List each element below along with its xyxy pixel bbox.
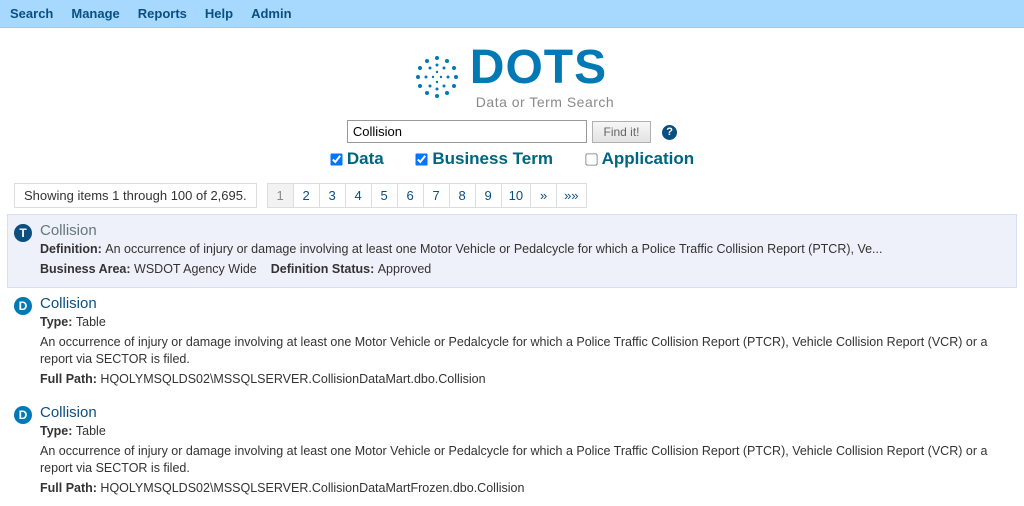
result-body: Collision Type: Table An occurrence of inj…: [40, 295, 1010, 388]
help-icon[interactable]: ?: [662, 125, 677, 140]
filter-row: Data Business Term Application: [0, 149, 1024, 169]
pager-page[interactable]: 7: [424, 184, 450, 207]
result-item[interactable]: D Collision Type: Table An occurrence of in…: [14, 397, 1010, 506]
result-item[interactable]: D Collision Type: Table An occurrence of in…: [14, 288, 1010, 397]
nav-manage[interactable]: Manage: [71, 6, 119, 21]
pager-page[interactable]: 8: [450, 184, 476, 207]
result-field-label: Full Path:: [40, 481, 100, 495]
logo-title: DOTS: [470, 44, 614, 92]
pager-row: Showing items 1 through 100 of 2,695. 12…: [0, 183, 1024, 214]
filter-data-label: Data: [347, 149, 384, 168]
result-field-value: HQOLYMSQLDS02\MSSQLSERVER.CollisionDataM…: [100, 372, 485, 386]
result-field-value: Approved: [378, 262, 432, 276]
top-nav: Search Manage Reports Help Admin: [0, 0, 1024, 28]
pager-page[interactable]: »»: [557, 184, 585, 207]
search-row: Find it! ?: [0, 120, 1024, 143]
filter-app-label: Application: [602, 149, 695, 168]
filter-app-checkbox[interactable]: [585, 153, 597, 165]
logo: DOTS Data or Term Search: [410, 44, 614, 110]
result-line: Type: Table: [40, 314, 1010, 332]
pager: 12345678910»»»: [267, 183, 587, 208]
result-line: An occurrence of injury or damage involv…: [40, 443, 1010, 478]
result-field-value: An occurrence of injury or damage involv…: [105, 242, 882, 256]
filter-term-label: Business Term: [432, 149, 553, 168]
result-title[interactable]: Collision: [40, 295, 1010, 312]
filter-term-checkbox[interactable]: [416, 153, 428, 165]
term-badge-icon: T: [14, 224, 32, 242]
pager-page[interactable]: 6: [398, 184, 424, 207]
pager-page[interactable]: 9: [476, 184, 502, 207]
nav-admin[interactable]: Admin: [251, 6, 291, 21]
logo-area: DOTS Data or Term Search: [0, 44, 1024, 110]
logo-subtitle: Data or Term Search: [476, 94, 614, 110]
result-item[interactable]: T Collision Definition: An occurrence of i…: [7, 214, 1017, 288]
result-line: An occurrence of injury or damage involv…: [40, 334, 1010, 369]
result-field-label: Type:: [40, 424, 76, 438]
result-field-value: An occurrence of injury or damage involv…: [40, 444, 987, 476]
result-field-value: Table: [76, 315, 106, 329]
filter-data[interactable]: Data: [330, 149, 384, 168]
pager-page[interactable]: 1: [268, 184, 294, 207]
result-title[interactable]: Collision: [40, 404, 1010, 421]
nav-reports[interactable]: Reports: [138, 6, 187, 21]
result-body: Collision Definition: An occurrence of in…: [40, 222, 1010, 278]
result-field-label: Type:: [40, 315, 76, 329]
result-line: Business Area: WSDOT Agency Wide Definiti…: [40, 261, 1010, 279]
find-button[interactable]: Find it!: [592, 121, 650, 143]
pager-page[interactable]: 5: [372, 184, 398, 207]
data-badge-icon: D: [14, 406, 32, 424]
pager-page[interactable]: 2: [294, 184, 320, 207]
results-list: T Collision Definition: An occurrence of i…: [0, 214, 1024, 506]
pager-status: Showing items 1 through 100 of 2,695.: [14, 183, 257, 208]
search-input[interactable]: [347, 120, 587, 143]
result-line: Full Path: HQOLYMSQLDS02\MSSQLSERVER.Col…: [40, 480, 1010, 498]
result-line: Full Path: HQOLYMSQLDS02\MSSQLSERVER.Col…: [40, 371, 1010, 389]
result-line: Definition: An occurrence of injury or d…: [40, 241, 1010, 259]
pager-page[interactable]: 3: [320, 184, 346, 207]
result-field-value: HQOLYMSQLDS02\MSSQLSERVER.CollisionDataM…: [100, 481, 524, 495]
logo-icon: [410, 50, 464, 104]
result-field-label: Definition:: [40, 242, 105, 256]
result-field-label: Definition Status:: [271, 262, 378, 276]
result-title[interactable]: Collision: [40, 222, 1010, 239]
pager-page[interactable]: »: [531, 184, 557, 207]
result-field-value: Table: [76, 424, 106, 438]
result-body: Collision Type: Table An occurrence of inj…: [40, 404, 1010, 497]
filter-data-checkbox[interactable]: [330, 153, 342, 165]
pager-page[interactable]: 4: [346, 184, 372, 207]
data-badge-icon: D: [14, 297, 32, 315]
filter-term[interactable]: Business Term: [415, 149, 553, 168]
result-field-value: WSDOT Agency Wide: [134, 262, 257, 276]
result-field-label: Full Path:: [40, 372, 100, 386]
result-field-value: An occurrence of injury or damage involv…: [40, 335, 987, 367]
filter-app[interactable]: Application: [585, 149, 695, 168]
pager-page[interactable]: 10: [502, 184, 531, 207]
result-field-label: Business Area:: [40, 262, 134, 276]
nav-help[interactable]: Help: [205, 6, 233, 21]
result-line: Type: Table: [40, 423, 1010, 441]
nav-search[interactable]: Search: [10, 6, 53, 21]
